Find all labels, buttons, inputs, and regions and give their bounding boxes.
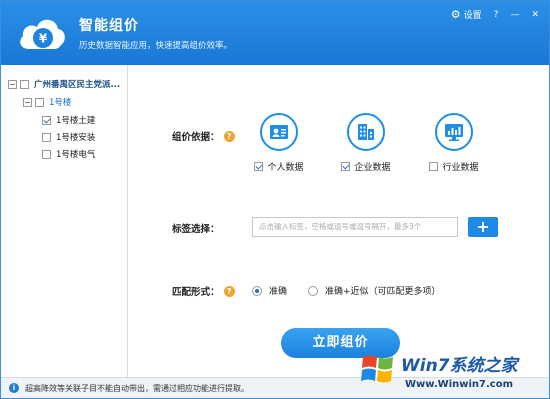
source-personal[interactable]: 个人数据 [239, 113, 319, 173]
tree-item-label: 1号楼安装 [56, 133, 96, 143]
tree-item-checkbox[interactable] [42, 132, 51, 142]
enterprise-data-icon[interactable] [347, 113, 385, 151]
tree-building-row[interactable]: − 1号楼 [23, 95, 71, 109]
industry-data-option[interactable]: 行业数据 [414, 160, 494, 173]
tree-item-tujian[interactable]: 1号楼土建 [42, 113, 95, 127]
tree-root-label: 广州番禺区民主党派... [34, 80, 121, 90]
industry-data-icon[interactable] [435, 113, 473, 151]
settings-label: 设置 [463, 11, 482, 21]
industry-data-checkbox[interactable] [429, 162, 439, 171]
settings-button[interactable]: ⚙ 设置 [451, 8, 482, 21]
match-option-exact[interactable]: 准确 [252, 284, 287, 297]
radio-exact[interactable] [252, 285, 262, 296]
collapse-icon[interactable]: − [8, 79, 17, 89]
project-tree: − 广州番禺区民主党派... − 1号楼 1号楼土建 1号楼安装 1号楼电气 [1, 65, 128, 378]
basis-label-text: 组价依据： [172, 132, 220, 143]
svg-text:¥: ¥ [39, 32, 48, 46]
help-icon[interactable]: ? [223, 285, 235, 297]
source-industry[interactable]: 行业数据 [414, 113, 494, 173]
info-icon: i [9, 383, 19, 393]
window-controls: ⚙ 设置 ? — ✕ [451, 8, 539, 21]
tree-root-row[interactable]: − 广州番禺区民主党派... [8, 77, 120, 91]
tag-field-label: 标签选择： [172, 221, 220, 235]
header-bar: ¥ 智能组价 历史数据智能应用，快速提高组价效率。 ⚙ 设置 ? — ✕ [1, 1, 549, 65]
tag-input[interactable]: 点击输入标签，空格或逗号或逗号隔开，最多3个 [252, 217, 458, 237]
tree-item-checkbox[interactable] [42, 149, 51, 159]
status-message: 超高降效等关联子目不能自动带出，需通过相应功能进行提取。 [25, 383, 249, 393]
match-label-text: 匹配形式： [172, 287, 220, 298]
add-tag-button[interactable]: + [468, 217, 498, 237]
help-icon: ? [493, 9, 499, 20]
match-option-label: 准确 [269, 287, 288, 297]
app-title: 智能组价 [79, 18, 139, 34]
help-icon[interactable]: ? [223, 130, 235, 142]
match-field-label: 匹配形式： ? [172, 284, 235, 298]
industry-data-label: 行业数据 [442, 163, 479, 173]
gear-icon: ⚙ [450, 8, 461, 21]
tag-label-text: 标签选择： [172, 224, 220, 235]
enterprise-data-option[interactable]: 企业数据 [326, 160, 406, 173]
help-button[interactable]: ? [494, 10, 499, 20]
enterprise-data-checkbox[interactable] [341, 162, 351, 171]
source-enterprise[interactable]: 企业数据 [326, 113, 406, 173]
watermark: Win7系统之家 Www.Winwin7.com [359, 347, 549, 397]
close-icon: ✕ [531, 9, 539, 20]
tree-item-label: 1号楼电气 [56, 150, 96, 160]
main-panel: 组价依据： ? 个人数据 企业数据 行业数据 标签选择： 点击输入标签，空格或逗… [128, 65, 549, 378]
match-option-label: 准确+近似（可匹配更多项） [325, 287, 441, 297]
tree-building-checkbox[interactable] [35, 97, 44, 107]
match-option-approx[interactable]: 准确+近似（可匹配更多项） [308, 284, 441, 297]
cloud-yen-logo-icon: ¥ [20, 19, 65, 49]
enterprise-data-label: 企业数据 [354, 163, 391, 173]
collapse-icon[interactable]: − [23, 97, 32, 107]
radio-approx[interactable] [308, 285, 318, 296]
app-subtitle: 历史数据智能应用，快速提高组价效率。 [79, 41, 233, 51]
basis-field-label: 组价依据： ? [172, 129, 235, 143]
watermark-brand: Win7系统之家 [401, 356, 518, 376]
person-data-icon[interactable] [260, 113, 298, 151]
watermark-url: Www.Winwin7.com [405, 379, 514, 390]
tree-building-label: 1号楼 [49, 98, 72, 108]
personal-data-option[interactable]: 个人数据 [239, 160, 319, 173]
close-button[interactable]: ✕ [531, 10, 539, 20]
tree-item-label: 1号楼土建 [56, 116, 96, 126]
tree-item-checkbox[interactable] [42, 115, 51, 125]
windows-flag-icon [361, 355, 393, 383]
personal-data-label: 个人数据 [267, 163, 304, 173]
personal-data-checkbox[interactable] [254, 162, 264, 171]
app-window: ¥ 智能组价 历史数据智能应用，快速提高组价效率。 ⚙ 设置 ? — ✕ − 广… [0, 0, 550, 399]
minimize-icon: — [510, 9, 520, 20]
tree-root-checkbox[interactable] [20, 79, 29, 89]
tree-item-dianqi[interactable]: 1号楼电气 [42, 147, 95, 161]
minimize-button[interactable]: — [510, 10, 519, 20]
tree-item-anzhuang[interactable]: 1号楼安装 [42, 130, 95, 144]
